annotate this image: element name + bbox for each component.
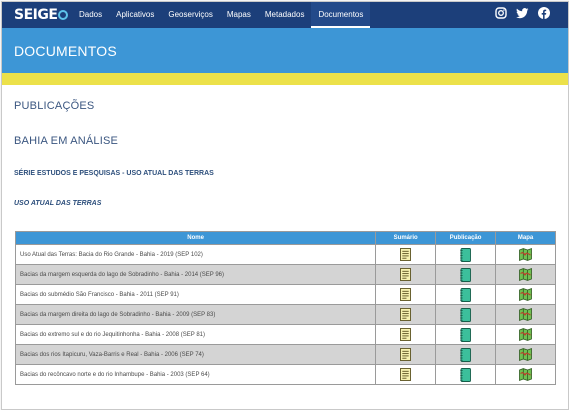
notebook-icon[interactable] <box>460 267 472 282</box>
main-content: PUBLICAÇÕES BAHIA EM ANÁLISE SÉRIE ESTUD… <box>2 100 568 207</box>
map-cell <box>495 264 556 285</box>
table-row: Bacias dos rios Itapicuru, Vaza-Barris e… <box>14 344 556 365</box>
nav-item-documentos[interactable]: Documentos <box>311 2 371 28</box>
publication-cell <box>435 324 497 345</box>
map-icon[interactable] <box>519 268 532 281</box>
table-header-row: Nome Sumário Publicação Mapa <box>14 231 556 245</box>
nav-item-metadados[interactable]: Metadados <box>258 2 312 28</box>
nav-item-dados[interactable]: Dados <box>72 2 109 28</box>
nav-item-mapas[interactable]: Mapas <box>220 2 258 28</box>
map-icon[interactable] <box>519 288 532 301</box>
column-header-nome: Nome <box>14 231 377 245</box>
notebook-icon[interactable] <box>460 347 472 362</box>
summary-cell <box>375 264 437 285</box>
summary-cell <box>375 304 437 325</box>
column-header-publicacao: Publicação <box>435 231 497 245</box>
logo-text-ge: GE <box>37 7 58 23</box>
page-title: DOCUMENTOS <box>14 43 117 59</box>
notebook-icon[interactable] <box>460 307 472 322</box>
section-heading-publicacoes: PUBLICAÇÕES <box>14 100 95 112</box>
summary-cell <box>375 244 437 265</box>
publication-cell <box>435 264 497 285</box>
summary-cell <box>375 344 437 365</box>
document-name: Bacias da margem esquerda do lago de Sob… <box>14 264 377 285</box>
document-icon[interactable] <box>400 288 412 301</box>
facebook-icon[interactable] <box>538 7 550 19</box>
document-icon[interactable] <box>400 348 412 361</box>
summary-cell <box>375 284 437 305</box>
instagram-icon[interactable] <box>495 7 507 19</box>
table-row: Bacias do recôncavo norte e do rio Inham… <box>14 364 556 385</box>
document-name: Bacias do extremo sul e do rio Jequitinh… <box>14 324 377 345</box>
map-cell <box>495 324 556 345</box>
table-row: Uso Atual das Terras: Bacia do Rio Grand… <box>14 244 556 265</box>
document-icon[interactable] <box>400 248 412 261</box>
document-icon[interactable] <box>400 328 412 341</box>
section-heading-bahia: BAHIA EM ANÁLISE <box>14 135 119 147</box>
document-name: Uso Atual das Terras: Bacia do Rio Grand… <box>14 244 377 265</box>
table-row: Bacias do submédio São Francisco - Bahia… <box>14 284 556 305</box>
table-row: Bacias do extremo sul e do rio Jequitinh… <box>14 324 556 345</box>
twitter-icon[interactable] <box>516 7 529 19</box>
summary-cell <box>375 324 437 345</box>
documents-table: Nome Sumário Publicação Mapa Uso Atual d… <box>14 231 556 385</box>
social-links <box>495 7 550 19</box>
map-icon[interactable] <box>519 368 532 381</box>
page-banner: DOCUMENTOS <box>2 28 568 73</box>
publication-cell <box>435 304 497 325</box>
publication-cell <box>435 364 497 385</box>
map-icon[interactable] <box>519 308 532 321</box>
publication-cell <box>435 344 497 365</box>
document-icon[interactable] <box>400 268 412 281</box>
map-cell <box>495 284 556 305</box>
seigeo-logo[interactable]: SEI GE <box>14 7 72 23</box>
notebook-icon[interactable] <box>460 247 472 262</box>
subsection-heading-uso: USO ATUAL DAS TERRAS <box>14 200 102 207</box>
document-name: Bacias do recôncavo norte e do rio Inham… <box>14 364 377 385</box>
map-icon[interactable] <box>519 248 532 261</box>
table-body: Uso Atual das Terras: Bacia do Rio Grand… <box>14 244 556 385</box>
globe-icon <box>58 10 69 20</box>
map-cell <box>495 344 556 365</box>
column-header-mapa: Mapa <box>495 231 556 245</box>
summary-cell <box>375 364 437 385</box>
column-header-sumario: Sumário <box>375 231 437 245</box>
nav-item-geoservicos[interactable]: Geoserviços <box>161 2 219 28</box>
top-navbar: SEI GE Dados Aplicativos Geoserviços Mapa… <box>2 2 568 28</box>
document-icon[interactable] <box>400 308 412 321</box>
map-icon[interactable] <box>519 348 532 361</box>
table-row: Bacias da margem direita do lago de Sobr… <box>14 304 556 325</box>
accent-bar <box>2 73 568 85</box>
map-cell <box>495 364 556 385</box>
document-icon[interactable] <box>400 368 412 381</box>
page-frame: SEI GE Dados Aplicativos Geoserviços Mapa… <box>1 1 569 410</box>
map-cell <box>495 244 556 265</box>
series-heading: SÉRIE ESTUDOS E PESQUISAS - USO ATUAL DA… <box>14 170 214 177</box>
notebook-icon[interactable] <box>460 367 472 382</box>
nav-item-aplicativos[interactable]: Aplicativos <box>109 2 161 28</box>
notebook-icon[interactable] <box>460 327 472 342</box>
notebook-icon[interactable] <box>460 287 472 302</box>
table-row: Bacias da margem esquerda do lago de Sob… <box>14 264 556 285</box>
map-cell <box>495 304 556 325</box>
publication-cell <box>435 284 497 305</box>
document-name: Bacias da margem direita do lago de Sobr… <box>14 304 377 325</box>
main-menu: Dados Aplicativos Geoserviços Mapas Meta… <box>72 2 371 28</box>
map-icon[interactable] <box>519 328 532 341</box>
publication-cell <box>435 244 497 265</box>
document-name: Bacias dos rios Itapicuru, Vaza-Barris e… <box>14 344 377 365</box>
document-name: Bacias do submédio São Francisco - Bahia… <box>14 284 377 305</box>
logo-text-sei: SEI <box>14 7 38 23</box>
